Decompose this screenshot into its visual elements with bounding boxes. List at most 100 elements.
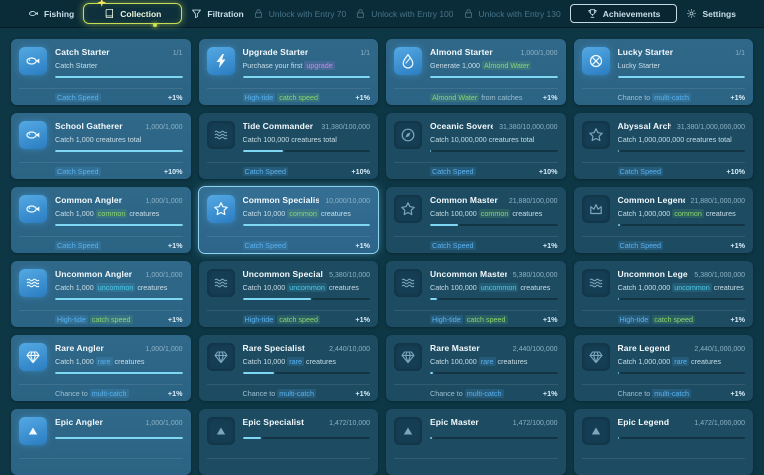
achievement-card-school-gatherer[interactable]: School Gatherer1,000/1,000Catch 1,000 cr… [11, 113, 191, 179]
achievement-card-rare-angler[interactable]: Rare Angler1,000/1,000Catch 1,000 rare c… [11, 335, 191, 401]
keyword-text: catch speed [465, 315, 508, 324]
keyword-text: Catch Speed [243, 241, 289, 250]
card-content: Common Master21,880/100,000 Catch 100,000… [430, 194, 558, 236]
reward-value: +1% [355, 93, 370, 102]
reward-row: Catch Speed+10% [19, 162, 183, 179]
progress-bar [55, 372, 183, 374]
tab-achievements[interactable]: Achievements [570, 4, 678, 23]
achievement-title: Rare Legend [618, 343, 671, 353]
card-content: Lucky Starter1/1Lucky Starter [618, 46, 746, 88]
card-title-row: Common Master21,880/100,000 [430, 195, 558, 205]
reward-value: +1% [168, 315, 183, 324]
keyword-text: multi-catch [277, 389, 316, 398]
achievement-card-common-master[interactable]: Common Master21,880/100,000 Catch 100,000… [386, 187, 566, 253]
achievement-card-common-legend[interactable]: Common Legend21,880/1,000,000Catch 1,000… [574, 187, 754, 253]
achievement-description: Catch 1,000,000,000 creatures total [618, 135, 746, 144]
tab-unlock-with-entry-70[interactable]: Unlock with Entry 70 [253, 8, 346, 19]
card-content: Almond Starter1,000/1,000Generate 1,000 … [430, 46, 558, 88]
achievement-card-epic-master[interactable]: Epic Master1,472/100,000 [386, 409, 566, 475]
achievement-card-rare-legend[interactable]: Rare Legend2,440/1,000,000Catch 1,000,00… [574, 335, 754, 401]
reward-label: High-tide catch speed [55, 315, 133, 324]
achievement-description: Lucky Starter [618, 61, 746, 70]
achievements-grid: Catch Starter1/1Catch Starter Catch Speed… [0, 28, 764, 475]
progress-bar [55, 298, 183, 300]
compass-icon [394, 121, 422, 149]
tab-unlock-with-entry-100[interactable]: Unlock with Entry 100 [355, 8, 453, 19]
achievement-card-uncommon-angler[interactable]: Uncommon Angler1,000/1,000Catch 1,000 un… [11, 261, 191, 327]
progress-count: 31,380/100,000 [321, 124, 370, 131]
achievement-card-almond-starter[interactable]: Almond Starter1,000/1,000Generate 1,000 … [386, 39, 566, 105]
tab-filtration[interactable]: Filtration [191, 8, 243, 19]
achievement-card-rare-specialist[interactable]: Rare Specialist2,440/10,000Catch 10,000 … [199, 335, 379, 401]
achievement-description: Catch 10,000,000 creatures total [430, 135, 558, 144]
achievement-card-upgrade-starter[interactable]: Upgrade Starter1/1Purchase your first up… [199, 39, 379, 105]
progress-bar [618, 372, 746, 374]
progress-fill [243, 372, 274, 374]
progress-count: 5,380/10,000 [329, 272, 370, 279]
keyword-text: uncommon [479, 283, 519, 292]
reward-value: +1% [730, 389, 745, 398]
waves-icon [207, 269, 235, 297]
fish-icon [19, 195, 47, 223]
waves-icon [207, 121, 235, 149]
achievement-card-epic-legend[interactable]: Epic Legend1,472/1,000,000 [574, 409, 754, 475]
achievement-card-epic-angler[interactable]: Epic Angler1,000/1,000 [11, 409, 191, 475]
achievement-card-epic-specialist[interactable]: Epic Specialist1,472/10,000 [199, 409, 379, 475]
progress-bar [55, 437, 183, 439]
droplet-icon [394, 47, 422, 75]
achievement-title: Uncommon Angler [55, 269, 132, 279]
achievement-card-rare-master[interactable]: Rare Master2,440/100,000Catch 100,000 ra… [386, 335, 566, 401]
description-text: creatures [704, 209, 736, 218]
achievement-title: Common Legend [618, 195, 685, 205]
achievement-card-uncommon-master[interactable]: Uncommon Master5,380/100,000Catch 100,00… [386, 261, 566, 327]
card-content: Catch Starter1/1Catch Starter [55, 46, 183, 88]
achievement-card-uncommon-specialist[interactable]: Uncommon Specialist5,380/10,000Catch 10,… [199, 261, 379, 327]
waves-icon [19, 269, 47, 297]
progress-fill [430, 150, 431, 152]
reward-value: +10% [726, 167, 745, 176]
clover-icon [582, 47, 610, 75]
tab-collection[interactable]: Collection [83, 3, 182, 24]
achievement-description: Catch 100,000 common creatures [430, 209, 558, 218]
card-content: Uncommon Master5,380/100,000Catch 100,00… [430, 268, 558, 310]
achievement-description: Catch 100,000 creatures total [243, 135, 371, 144]
achievement-card-lucky-starter[interactable]: Lucky Starter1/1Lucky StarterChance to m… [574, 39, 754, 105]
sparkle-dot-icon [153, 23, 157, 27]
reward-label: Chance to multi-catch [243, 389, 317, 398]
progress-bar [243, 372, 371, 374]
tab-fishing[interactable]: Fishing [28, 8, 74, 19]
gem-icon [394, 343, 422, 371]
tab-settings[interactable]: Settings [686, 8, 736, 19]
achievement-card-common-angler[interactable]: Common Angler1,000/1,000Catch 1,000 comm… [11, 187, 191, 253]
achievement-title: Common Angler [55, 195, 122, 205]
description-text: creatures [127, 209, 159, 218]
progress-fill [55, 224, 183, 226]
reward-value: +10% [351, 167, 370, 176]
keyword-text: catch speed [652, 315, 695, 324]
achievement-card-common-specialist[interactable]: Common Specialist10,000/10,000Catch 10,0… [199, 187, 379, 253]
tab-unlock-with-entry-130[interactable]: Unlock with Entry 130 [463, 8, 561, 19]
achievement-card-tide-commander[interactable]: Tide Commander31,380/100,000 Catch 100,00… [199, 113, 379, 179]
achievement-card-oceanic-sovereign[interactable]: Oceanic Sovereign31,380/10,000,000Catch … [386, 113, 566, 179]
progress-fill [430, 372, 433, 374]
achievement-title: Epic Specialist [243, 417, 305, 427]
keyword-text: Catch Speed [55, 167, 101, 176]
card-title-row: Tide Commander31,380/100,000 [243, 121, 371, 131]
reward-label: Catch Speed [430, 241, 476, 250]
progress-count: 1/1 [735, 50, 745, 57]
progress-count: 5,380/100,000 [513, 272, 558, 279]
top-nav: Fishing Collection Filtration Unlock with E… [0, 0, 764, 28]
achievement-card-catch-starter[interactable]: Catch Starter1/1Catch StarterCatch Speed… [11, 39, 191, 105]
achievement-card-abyssal-architect[interactable]: Abyssal Architect31,380/1,000,000,000Cat… [574, 113, 754, 179]
tab-label: Fishing [44, 9, 74, 19]
card-content: Oceanic Sovereign31,380/10,000,000Catch … [430, 120, 558, 162]
reward-row: High-tide catch speed+1% [394, 310, 558, 327]
reward-label: Almond Water from catches [430, 93, 522, 102]
keyword-text: rare [96, 357, 113, 366]
achievement-card-uncommon-legend[interactable]: Uncommon Legend5,380/1,000,000Catch 1,00… [574, 261, 754, 327]
reward-text: Chance to [243, 389, 278, 398]
sparkle-icon [97, 0, 106, 7]
achievement-description: Catch 1,000 rare creatures [55, 357, 183, 366]
reward-value: +1% [730, 315, 745, 324]
tab-label: Settings [702, 9, 736, 19]
